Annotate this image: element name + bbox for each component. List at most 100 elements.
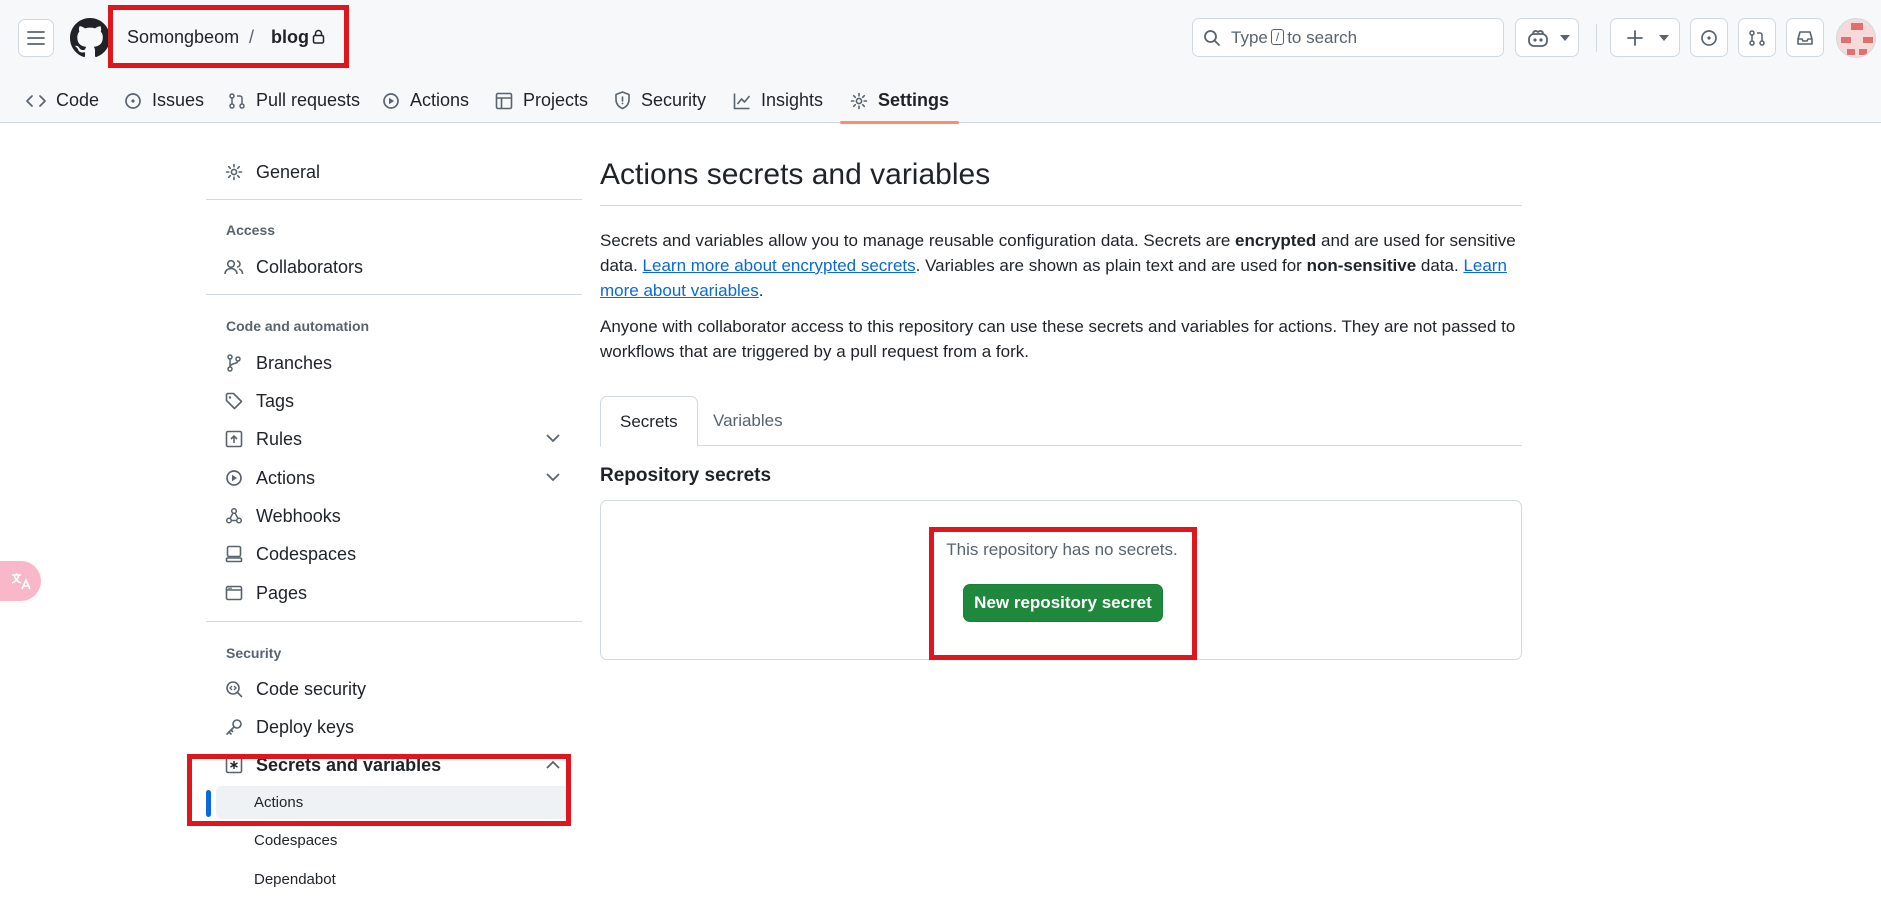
sidebar-item-label: General [256,161,321,182]
issue-icon [1701,29,1717,46]
search-placeholder: Type / to search [1231,28,1358,47]
sidebar-item-codespaces[interactable]: Codespaces [224,535,356,573]
sidebar-item-label: Codespaces [256,543,357,564]
sidebar-divider [206,199,582,200]
tab-security[interactable]: Security [614,78,706,123]
sidebar-item-label: Webhooks [256,505,341,526]
sidebar-item-tags[interactable]: Tags [224,382,294,420]
github-logo-icon[interactable] [70,18,110,58]
tab-insights-label: Insights [761,90,824,110]
repo-nav: Code Issues Pull requests Actions Projec… [0,78,1000,124]
empty-state-message: This repository has no secrets. [946,540,1178,559]
sidebar-item-label: Secrets and variables [256,754,442,775]
plus-icon [1627,29,1643,46]
repo-owner-link[interactable]: Somongbeom [127,26,239,48]
pull-requests-button[interactable] [1738,18,1776,57]
sidebar-divider [206,621,582,622]
repo-name-link[interactable]: blog [271,26,309,48]
menu-button[interactable] [18,19,54,57]
issue-icon [125,92,141,109]
inbox-icon [1797,30,1813,45]
sidebar-item-code-security[interactable]: Code security [224,670,366,708]
browser-icon [225,585,243,601]
sidebar-subitem-actions[interactable]: Actions [254,794,303,811]
code-icon [26,94,46,107]
pull-request-icon [1749,29,1765,46]
chevron-down-icon [1659,34,1669,41]
tab-actions[interactable]: Actions [382,78,469,123]
sidebar-item-branches[interactable]: Branches [224,344,332,382]
tab-pull-requests-label: Pull requests [256,90,361,110]
inbox-button[interactable] [1786,18,1824,57]
tab-issues[interactable]: Issues [124,78,204,123]
title-divider [600,205,1522,206]
sidebar-item-deploy-keys[interactable]: Deploy keys [224,708,354,746]
copilot-button[interactable] [1515,18,1579,57]
codescan-icon [226,681,243,698]
user-avatar[interactable] [1836,18,1876,58]
description-text: data. [1416,256,1464,275]
tab-secrets[interactable]: Secrets [600,396,698,447]
sidebar-item-label: Rules [256,428,303,449]
tag-icon [225,392,243,410]
sidebar-item-label: Actions [256,467,316,488]
branch-icon [227,354,241,372]
sidebar-item-general[interactable]: General [224,153,320,191]
sidebar-item-webhooks[interactable]: Webhooks [224,497,341,535]
table-icon [495,92,513,109]
secrets-empty-state: This repository has no secrets. New repo… [600,500,1522,660]
tab-code[interactable]: Code [26,78,99,123]
tab-projects[interactable]: Projects [495,78,588,123]
tab-settings[interactable]: Settings [839,78,960,124]
description-text: . Variables are shown as plain text and … [915,256,1307,275]
translate-icon [11,573,31,590]
rules-icon [225,430,243,448]
pull-request-icon [229,92,245,109]
hamburger-icon [27,31,45,45]
search-input[interactable]: Type / to search [1192,18,1504,57]
sidebar-heading-security: Security [226,645,282,661]
copilot-icon [1528,29,1548,47]
header-divider [1596,24,1597,52]
chevron-down-icon[interactable] [1560,34,1570,41]
sidebar-item-pages[interactable]: Pages [224,574,307,612]
secrets-variables-tabs: Secrets Variables [600,396,1522,447]
sidebar-item-rules[interactable]: Rules [224,420,564,458]
description-text: Secrets and variables allow you to manag… [600,231,1236,250]
collaborator-note: Anyone with collaborator access to this … [600,317,1516,361]
play-icon [383,92,399,109]
play-icon [226,470,242,486]
sidebar-item-secrets-and-variables[interactable]: Secrets and variables [224,746,441,784]
encrypted-secrets-link[interactable]: Learn more about encrypted secrets [643,256,916,275]
sidebar-subitem-codespaces[interactable]: Codespaces [254,832,337,849]
tab-projects-label: Projects [523,90,589,110]
settings-sidebar: General Access Collaborators Code and au… [187,123,582,907]
people-icon [224,259,244,275]
tab-variables[interactable]: Variables [694,396,802,446]
search-icon [1204,30,1220,46]
tab-insights[interactable]: Insights [733,78,823,123]
sidebar-subitem-dependabot[interactable]: Dependabot [254,871,336,888]
translate-extension-button[interactable] [0,561,41,601]
shield-icon [615,91,630,110]
asterisk-icon [225,756,243,774]
create-new-button[interactable] [1610,18,1680,57]
avatar-identicon-icon [1841,23,1873,55]
repository-secrets-heading: Repository secrets [600,465,772,486]
sidebar-item-label: Tags [256,390,295,411]
tab-pull-requests[interactable]: Pull requests [228,78,360,123]
issues-button[interactable] [1690,18,1728,57]
key-icon [226,719,242,735]
tab-actions-label: Actions [410,90,470,110]
chevron-up-icon[interactable] [546,760,560,769]
description-emphasis: encrypted [1235,231,1317,250]
sidebar-heading-access: Access [226,222,276,238]
sidebar-item-label: Code security [256,678,367,699]
chevron-down-icon[interactable] [546,473,560,482]
sidebar-item-collaborators[interactable]: Collaborators [224,248,363,286]
sidebar-divider [206,294,582,295]
sidebar-item-actions[interactable]: Actions [224,459,315,497]
chevron-down-icon[interactable] [546,434,560,443]
new-repository-secret-button[interactable]: New repository secret [963,584,1163,622]
lock-icon [312,29,325,44]
